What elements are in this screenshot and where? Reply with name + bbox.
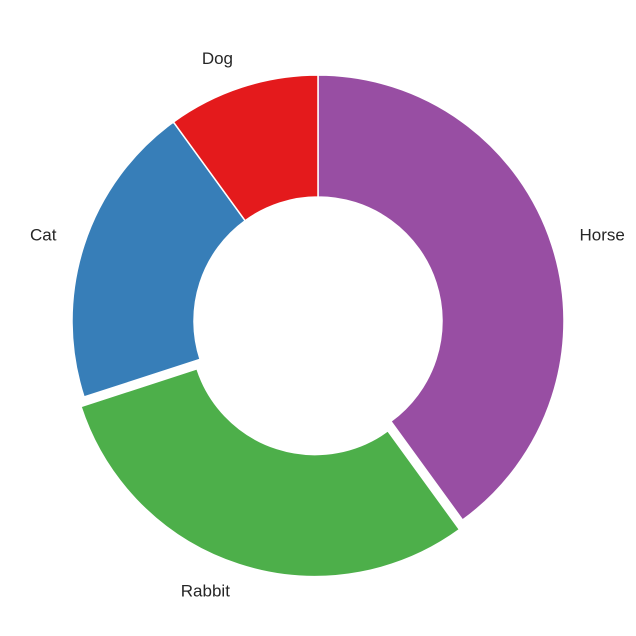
donut-chart: Horse Rabbit Cat Dog	[30, 49, 625, 601]
label-cat: Cat	[30, 226, 57, 245]
label-dog: Dog	[202, 49, 233, 68]
slice-rabbit	[80, 368, 461, 578]
label-rabbit: Rabbit	[181, 582, 230, 601]
slices-group	[71, 74, 565, 578]
label-horse: Horse	[580, 226, 625, 245]
